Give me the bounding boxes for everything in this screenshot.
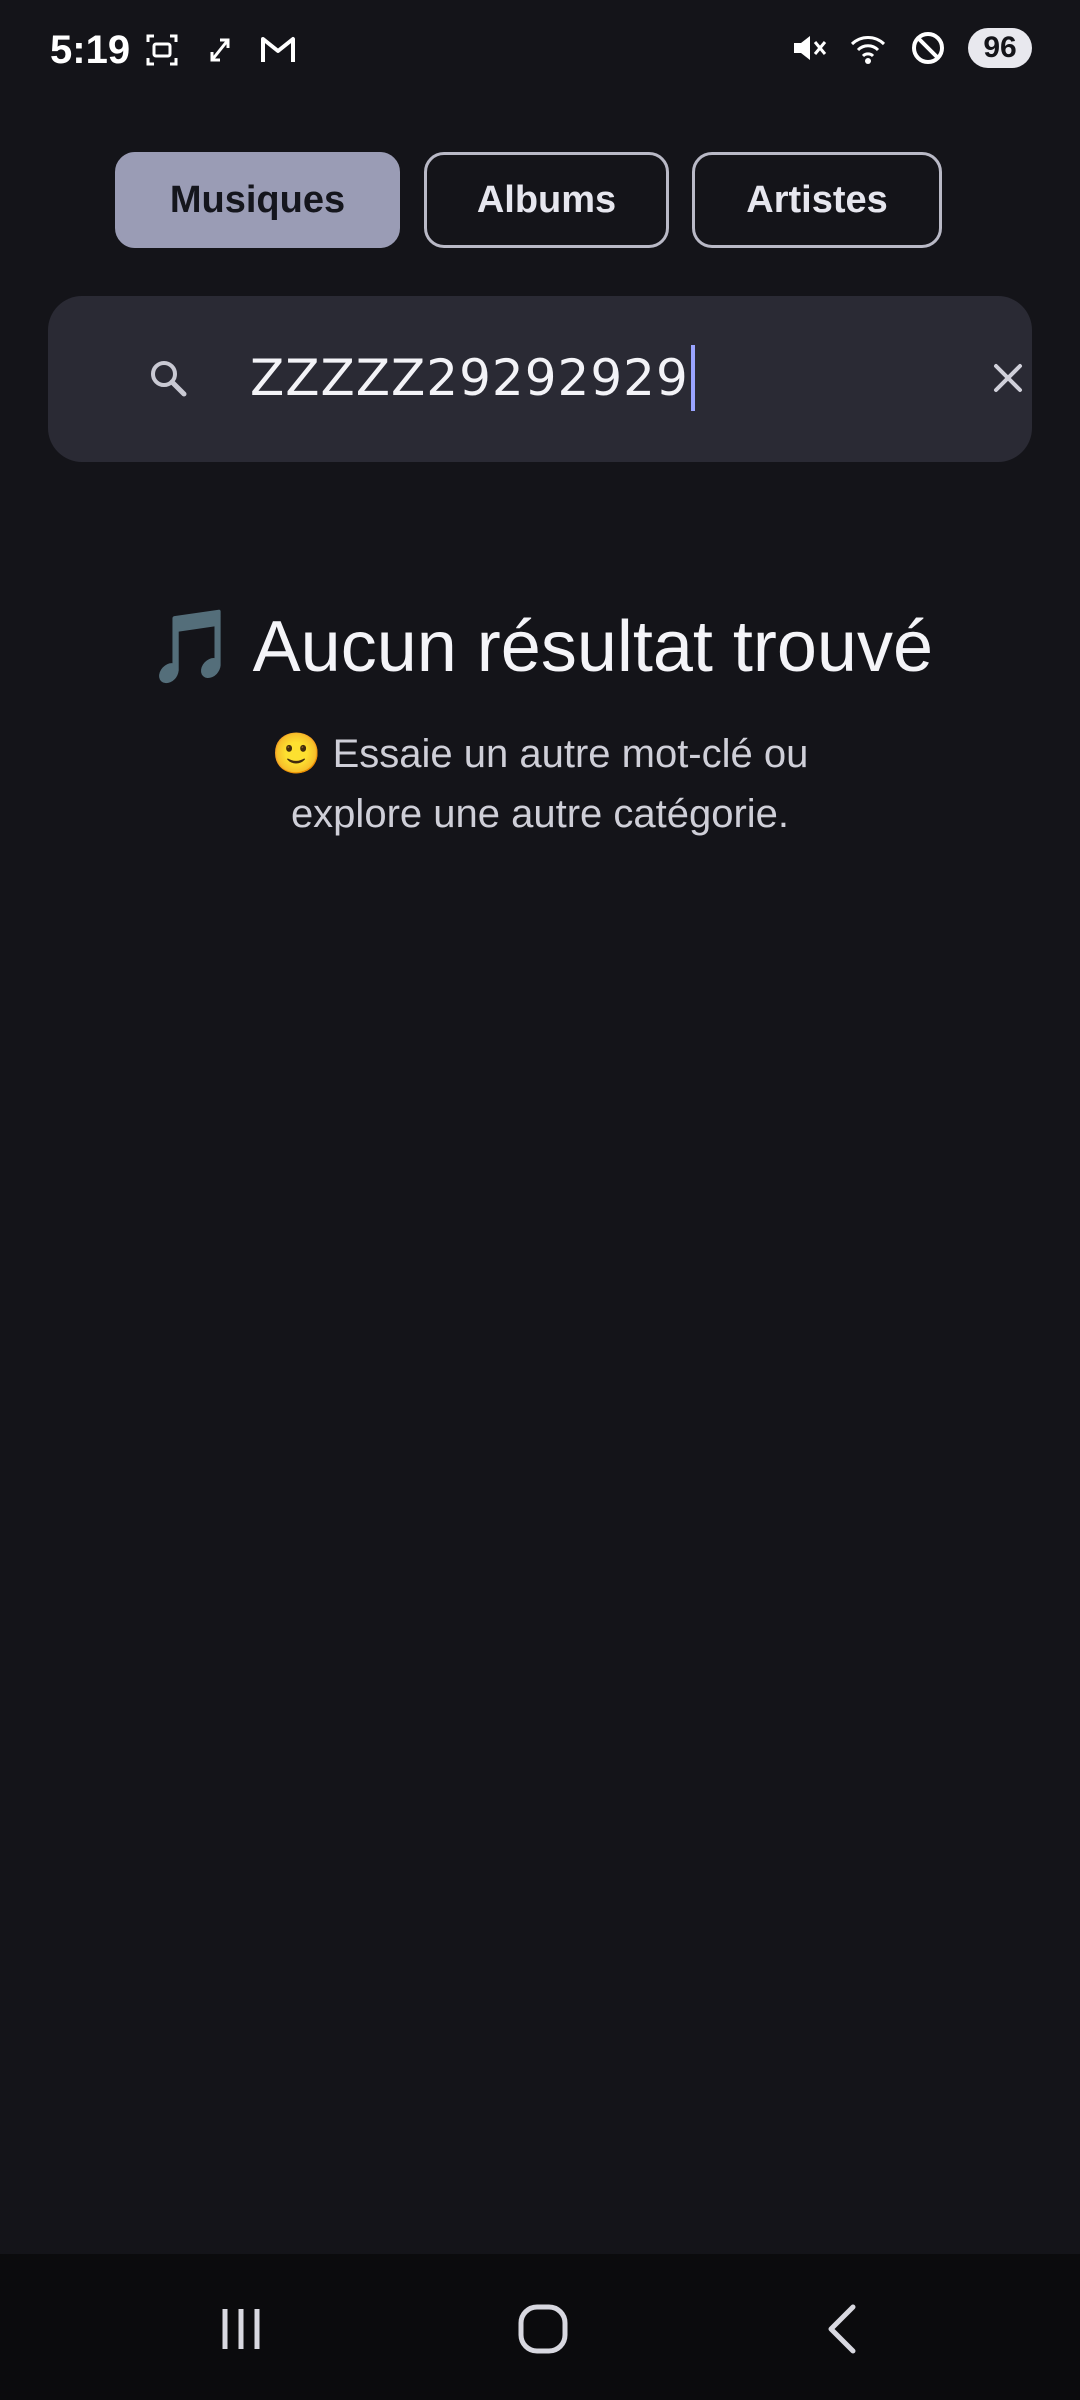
status-left-icons xyxy=(142,30,298,70)
smiley-icon: 🙂 xyxy=(271,732,322,776)
empty-state-title-text: Aucun résultat trouvé xyxy=(252,607,934,687)
home-button[interactable] xyxy=(508,2294,578,2364)
tab-artistes[interactable]: Artistes xyxy=(692,152,942,248)
search-input-value: ZZZZZ29292929 xyxy=(250,349,689,407)
status-right-icons: 96 xyxy=(788,28,1032,68)
back-button[interactable] xyxy=(810,2294,880,2364)
empty-state-title: 🎵 Aucun résultat trouvé xyxy=(0,604,1080,689)
navigation-bar xyxy=(0,2254,1080,2400)
wifi-icon xyxy=(850,36,886,64)
sync-icon xyxy=(210,38,230,62)
search-icon xyxy=(151,361,187,397)
mute-icon xyxy=(794,36,827,60)
recents-icon xyxy=(222,2309,260,2349)
status-bar: 5:19 96 xyxy=(0,0,1080,100)
empty-state-subtitle: 🙂 Essaie un autre mot-clé ou explore une… xyxy=(240,724,840,844)
status-time: 5:19 xyxy=(50,28,131,72)
empty-state-subtitle-text: Essaie un autre mot-clé ou explore une a… xyxy=(290,732,809,836)
gmail-icon xyxy=(261,37,295,62)
search-input[interactable]: ZZZZZ29292929 xyxy=(250,338,950,418)
tab-albums[interactable]: Albums xyxy=(424,152,669,248)
text-caret xyxy=(690,345,695,411)
category-tabs: Musiques Albums Artistes xyxy=(0,152,1080,248)
music-note-icon: 🎵 xyxy=(146,607,237,687)
recents-button[interactable] xyxy=(206,2294,276,2364)
close-icon[interactable] xyxy=(984,354,1032,402)
tab-musiques[interactable]: Musiques xyxy=(115,152,400,248)
home-icon xyxy=(518,2304,568,2354)
back-icon xyxy=(828,2304,856,2354)
screenshot-icon xyxy=(146,34,178,66)
do-not-disturb-icon xyxy=(912,32,944,64)
search-box[interactable]: ZZZZZ29292929 xyxy=(48,296,1032,462)
battery-level: 96 xyxy=(968,28,1032,68)
